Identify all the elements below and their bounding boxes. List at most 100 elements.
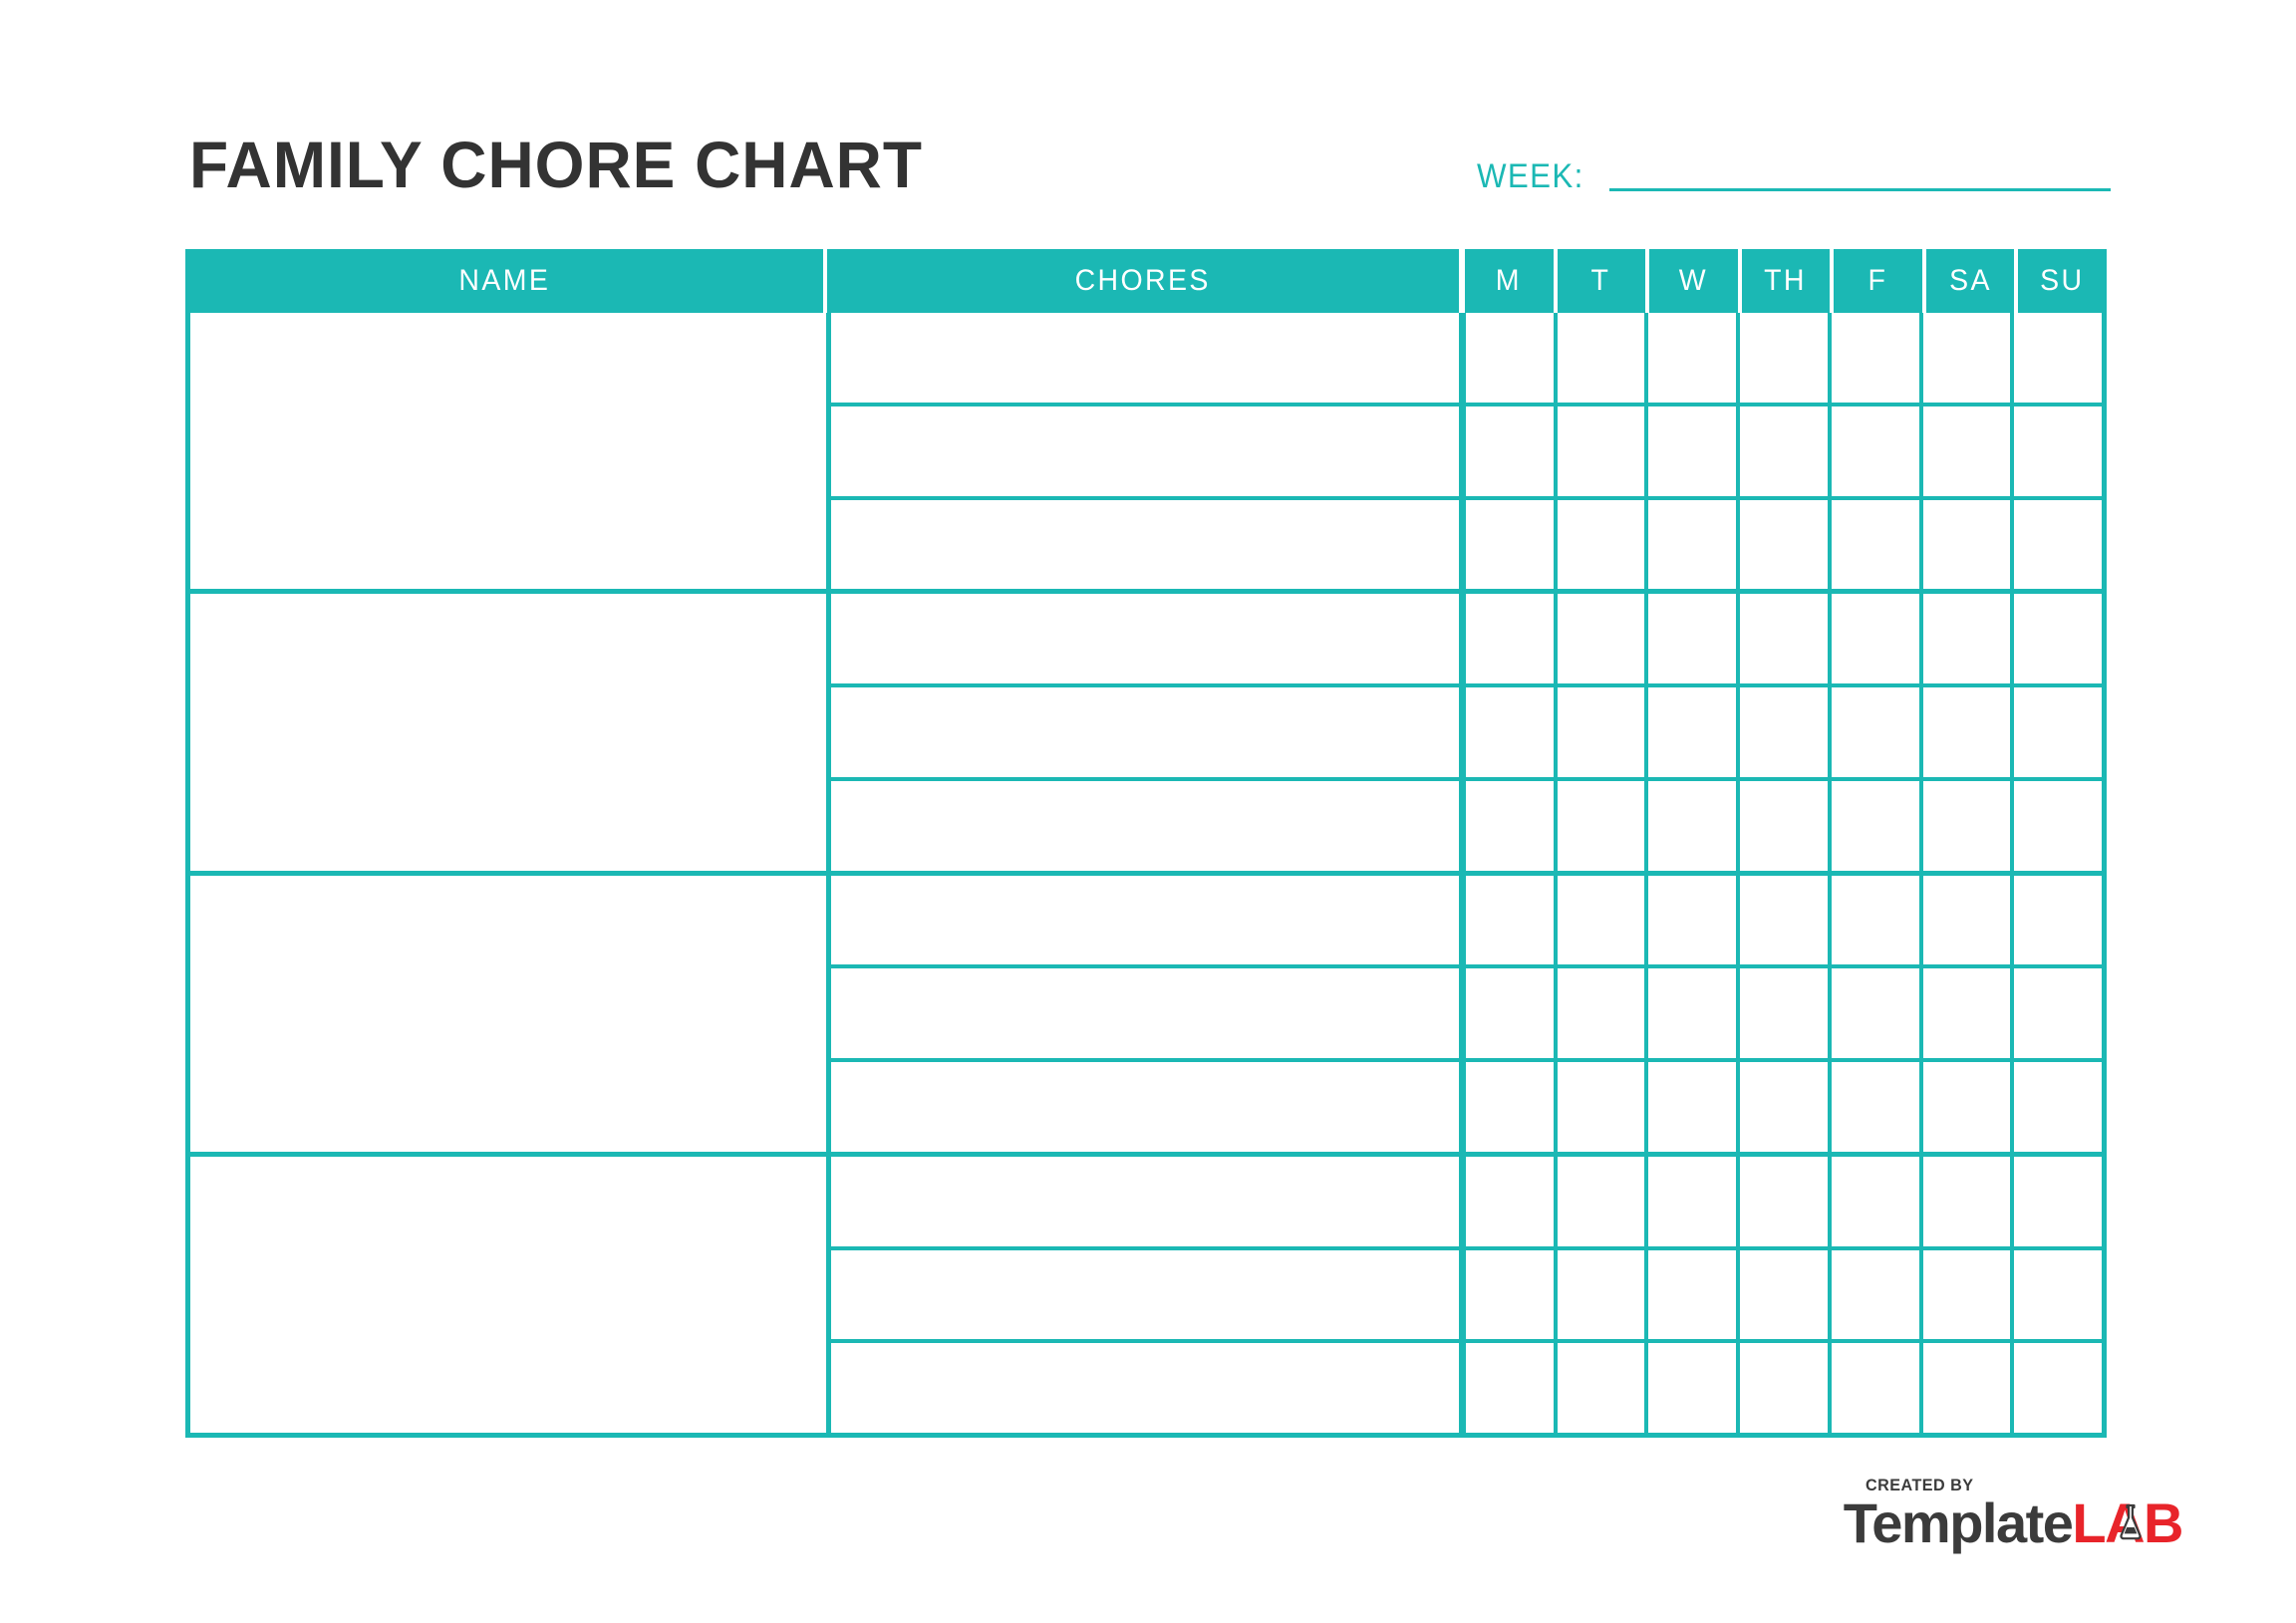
day-cell-f[interactable] [1827,406,1919,496]
chore-cell[interactable] [831,968,1459,1058]
chore-cell[interactable] [831,406,1459,496]
day-cell-sa[interactable] [1918,780,2011,871]
day-cell-th[interactable] [1736,1156,1828,1246]
day-cell-sa[interactable] [1918,313,2011,403]
name-cell[interactable] [190,589,826,871]
day-cell-t[interactable] [1553,780,1645,871]
day-cell-f[interactable] [1827,1249,1919,1340]
day-cell-t[interactable] [1553,968,1645,1058]
day-cell-su[interactable] [2010,313,2103,403]
day-cell-f[interactable] [1827,875,1919,965]
day-cell-w[interactable] [1644,687,1737,777]
day-cell-th[interactable] [1736,1249,1828,1340]
day-cell-m[interactable] [1466,313,1554,403]
day-cell-m[interactable] [1466,1156,1554,1246]
day-cell-m[interactable] [1466,1249,1554,1340]
day-cell-m[interactable] [1466,594,1554,683]
day-cell-w[interactable] [1644,968,1737,1058]
chore-cell[interactable] [831,594,1459,683]
day-cell-m[interactable] [1466,687,1554,777]
day-cell-th[interactable] [1736,968,1828,1058]
day-cell-th[interactable] [1736,499,1828,590]
day-cell-t[interactable] [1553,1249,1645,1340]
day-cell-w[interactable] [1644,406,1737,496]
day-cell-t[interactable] [1553,875,1645,965]
day-cell-f[interactable] [1827,687,1919,777]
day-cell-su[interactable] [2010,1062,2103,1152]
day-cell-t[interactable] [1553,1156,1645,1246]
day-cell-su[interactable] [2010,687,2103,777]
day-cell-t[interactable] [1553,313,1645,403]
day-cell-t[interactable] [1553,687,1645,777]
day-cell-w[interactable] [1644,875,1737,965]
day-cell-su[interactable] [2010,780,2103,871]
day-cell-su[interactable] [2010,594,2103,683]
day-cell-w[interactable] [1644,780,1737,871]
day-cell-w[interactable] [1644,1062,1737,1152]
day-cell-m[interactable] [1466,780,1554,871]
day-cell-sa[interactable] [1918,1249,2011,1340]
day-cell-su[interactable] [2010,406,2103,496]
chore-cell[interactable] [831,1343,1459,1433]
day-cell-th[interactable] [1736,1062,1828,1152]
chore-cell[interactable] [831,687,1459,777]
day-cell-sa[interactable] [1918,594,2011,683]
week-input-rule[interactable] [1609,188,2111,191]
day-cell-w[interactable] [1644,594,1737,683]
chore-cell[interactable] [831,313,1459,403]
day-cell-f[interactable] [1827,499,1919,590]
day-cell-su[interactable] [2010,499,2103,590]
day-cell-t[interactable] [1553,1062,1645,1152]
day-cell-sa[interactable] [1918,406,2011,496]
day-cell-f[interactable] [1827,1156,1919,1246]
day-cell-th[interactable] [1736,1343,1828,1433]
day-cell-m[interactable] [1466,406,1554,496]
name-cell[interactable] [190,870,826,1152]
day-cell-f[interactable] [1827,594,1919,683]
day-cell-th[interactable] [1736,875,1828,965]
day-cell-sa[interactable] [1918,1062,2011,1152]
day-cell-m[interactable] [1466,1343,1554,1433]
day-cell-sa[interactable] [1918,1156,2011,1246]
day-cell-f[interactable] [1827,1343,1919,1433]
day-cell-sa[interactable] [1918,687,2011,777]
chore-cell[interactable] [831,1156,1459,1246]
day-cell-t[interactable] [1553,499,1645,590]
day-cell-th[interactable] [1736,780,1828,871]
name-cell[interactable] [190,1151,826,1433]
day-cell-sa[interactable] [1918,499,2011,590]
day-cell-sa[interactable] [1918,1343,2011,1433]
day-cell-w[interactable] [1644,1156,1737,1246]
day-cell-f[interactable] [1827,968,1919,1058]
day-cell-w[interactable] [1644,313,1737,403]
chore-cell[interactable] [831,1062,1459,1152]
day-cell-t[interactable] [1553,1343,1645,1433]
day-cell-w[interactable] [1644,1343,1737,1433]
day-cell-th[interactable] [1736,406,1828,496]
day-cell-th[interactable] [1736,594,1828,683]
name-cell[interactable] [190,313,826,590]
day-cell-f[interactable] [1827,780,1919,871]
day-cell-m[interactable] [1466,875,1554,965]
day-cell-m[interactable] [1466,1062,1554,1152]
day-cell-su[interactable] [2010,1156,2103,1246]
chore-cell[interactable] [831,780,1459,871]
day-cell-w[interactable] [1644,1249,1737,1340]
day-cell-m[interactable] [1466,968,1554,1058]
day-cell-t[interactable] [1553,406,1645,496]
chore-cell[interactable] [831,1249,1459,1340]
day-cell-sa[interactable] [1918,875,2011,965]
chore-cell[interactable] [831,875,1459,965]
day-cell-t[interactable] [1553,594,1645,683]
day-cell-th[interactable] [1736,687,1828,777]
day-cell-su[interactable] [2010,968,2103,1058]
day-cell-w[interactable] [1644,499,1737,590]
day-cell-su[interactable] [2010,1343,2103,1433]
day-cell-f[interactable] [1827,313,1919,403]
day-cell-su[interactable] [2010,875,2103,965]
day-cell-f[interactable] [1827,1062,1919,1152]
chore-cell[interactable] [831,499,1459,590]
day-cell-th[interactable] [1736,313,1828,403]
day-cell-sa[interactable] [1918,968,2011,1058]
day-cell-m[interactable] [1466,499,1554,590]
